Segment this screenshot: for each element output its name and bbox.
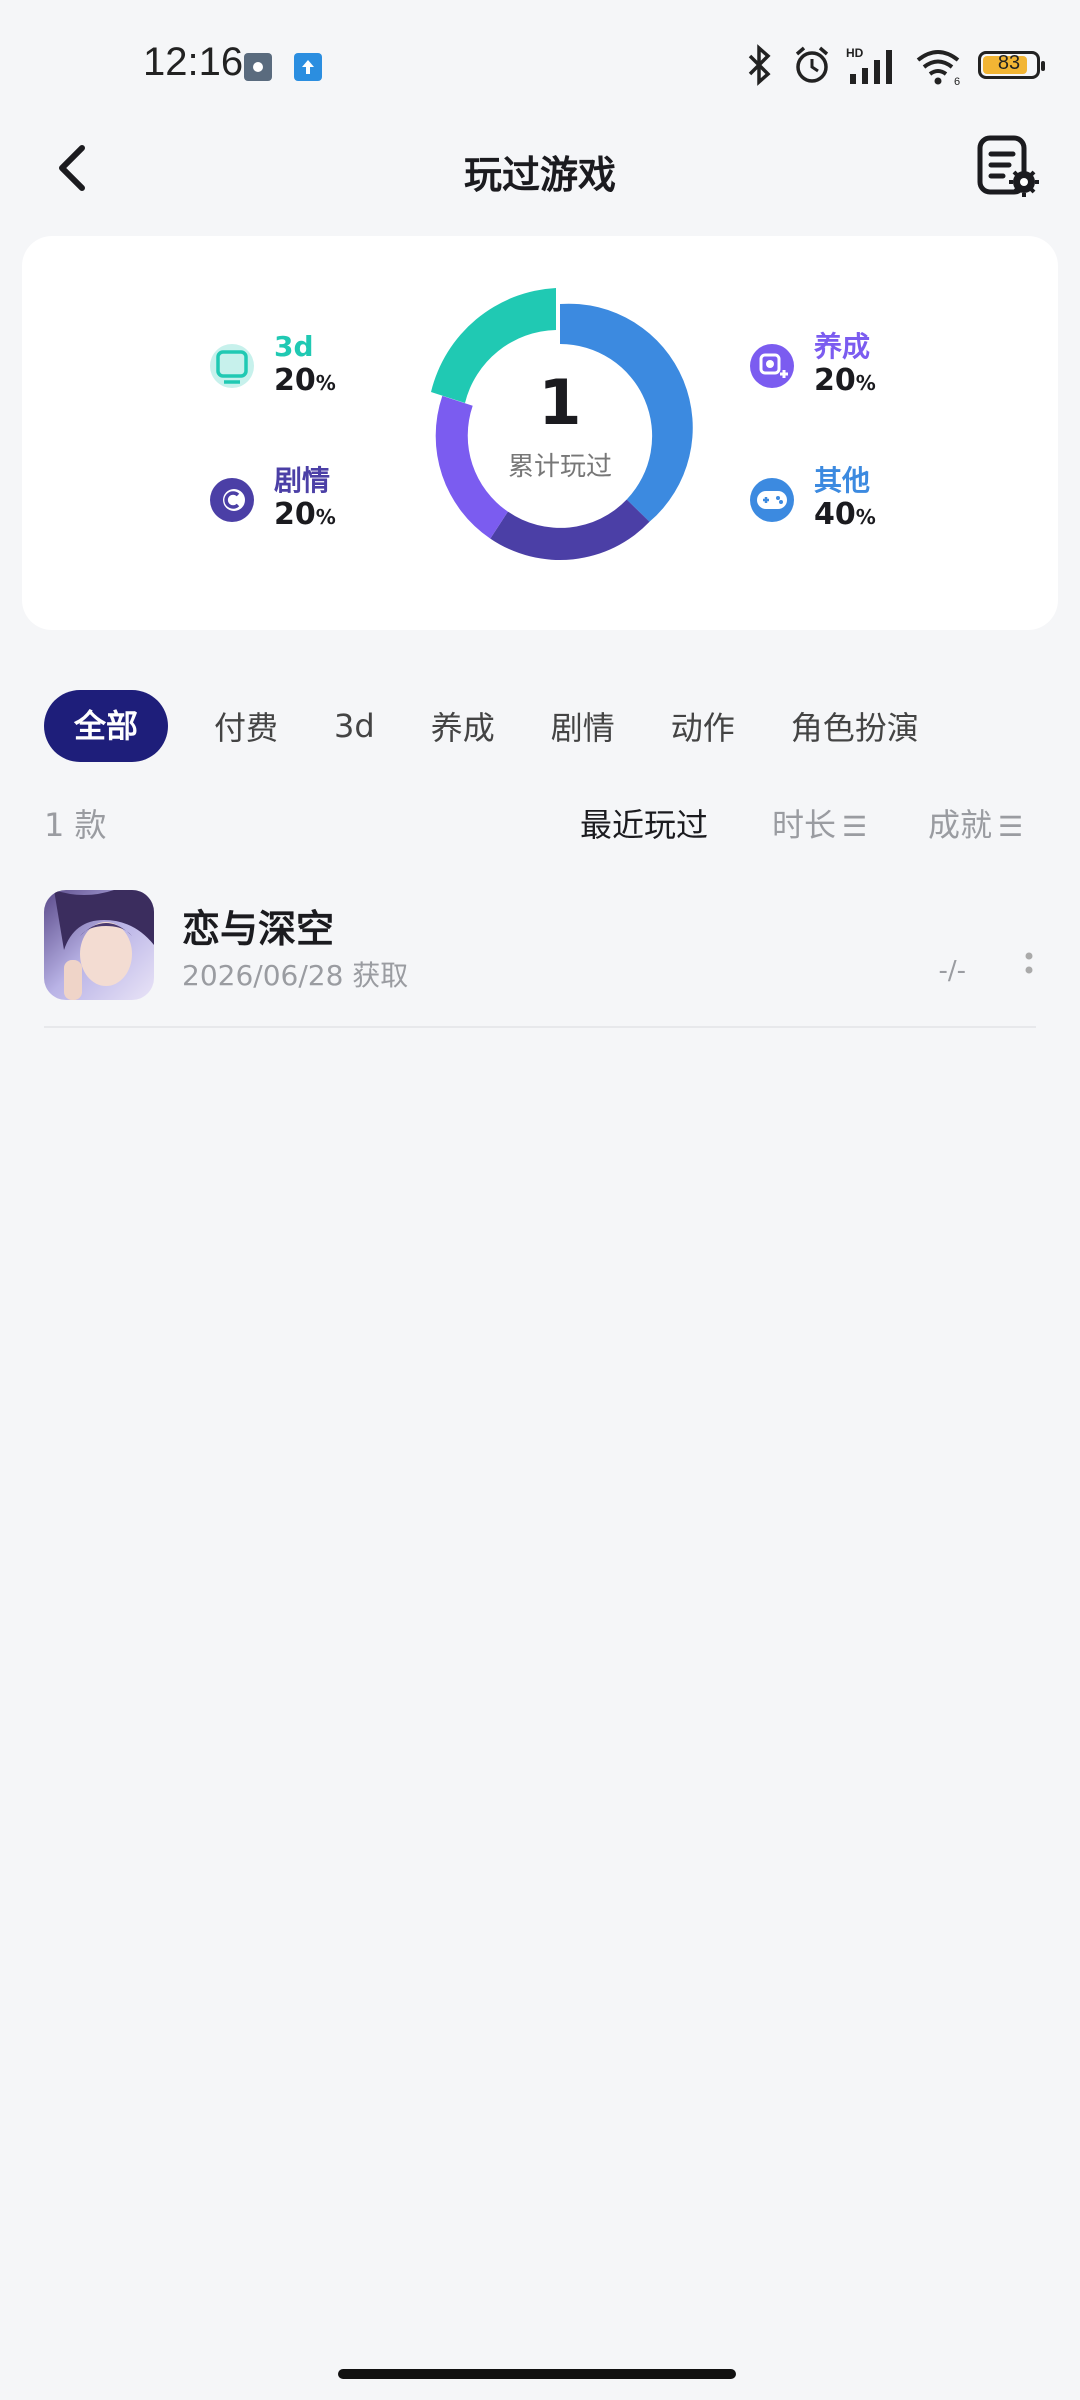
category-name: 其他 [814,464,871,497]
page-title: 玩过游戏 [463,153,616,197]
app-notification-icon [244,53,272,81]
sort-order-icon: ☰ [998,810,1024,843]
tab-action[interactable]: 动作 [671,703,735,749]
game-acquired-date: 2026/06/28 获取 [182,959,409,992]
sort-duration-button[interactable]: 时长 ☰ [772,800,867,846]
svg-text:6: 6 [954,76,960,86]
category-name: 养成 [814,330,871,363]
game-playtime: -/- [938,956,966,986]
tab-paid[interactable]: 付费 [214,703,278,749]
category-name: 3d [274,330,314,363]
category-name: 剧情 [274,464,331,497]
more-vertical-icon [1025,952,1033,974]
category-donut-chart: 1 累计玩过 [410,286,710,586]
battery-level: 83 [997,52,1021,74]
tab-3d[interactable]: 3d [334,707,375,745]
svg-text:HD: HD [846,46,864,60]
game-cover-image [44,890,154,1000]
sort-achievement-button[interactable]: 成就 ☰ [928,800,1023,846]
category-percent: 40 [814,497,856,532]
document-settings-icon [977,135,1039,197]
status-bar: 12:16 HD 6 83 [0,0,1080,130]
category-nurture: 养成 20% [748,330,876,400]
category-percent: 20 [274,497,316,532]
alarm-icon [795,46,829,83]
bluetooth-icon [748,44,771,86]
total-played-count: 1 [538,366,582,439]
battery-icon: 83 [978,51,1045,79]
home-indicator[interactable] [338,2369,736,2379]
status-icons: HD 6 83 [742,44,1045,86]
category-story: 剧情 20% [208,464,336,534]
more-options-button[interactable] [1022,946,1036,986]
gamepad-icon [750,478,794,522]
category-3d: 3d 20% [208,330,336,400]
category-percent: 20 [814,363,856,398]
wifi-icon: 6 [916,50,960,86]
category-other: 其他 40% [748,464,876,534]
game-name: 恋与深空 [182,907,335,951]
game-count: 1 款 [44,806,107,844]
status-time: 12:16 [143,40,244,84]
list-header: 1 款 最近玩过 时长 ☰ 成就 ☰ [44,796,1036,846]
category-percent: 20 [274,363,316,398]
monitor-icon [210,344,254,388]
game-list-item[interactable]: 恋与深空 2026/06/28 获取 -/- [44,886,1036,1028]
tab-rpg[interactable]: 角色扮演 [791,703,919,749]
stats-card: 3d 20% 剧情 20% 养成 20% 其他 40% 1 累计玩过 [22,236,1058,630]
list-settings-button[interactable] [976,134,1042,200]
tab-story[interactable]: 剧情 [551,703,615,749]
signal-icon: HD [846,46,892,84]
total-played-label: 累计玩过 [507,452,612,482]
upload-notification-icon [294,53,322,81]
sort-recent-button[interactable]: 最近玩过 [580,800,708,846]
tab-nurture[interactable]: 养成 [431,703,495,749]
story-bubble-icon [210,478,254,522]
category-tabs: 全部 付费 3d 养成 剧情 动作 角色扮演 [44,690,975,762]
sort-order-icon: ☰ [842,810,868,843]
header: 玩过游戏 [0,120,1080,220]
nurture-icon [750,344,794,388]
tab-all[interactable]: 全部 [44,690,169,762]
